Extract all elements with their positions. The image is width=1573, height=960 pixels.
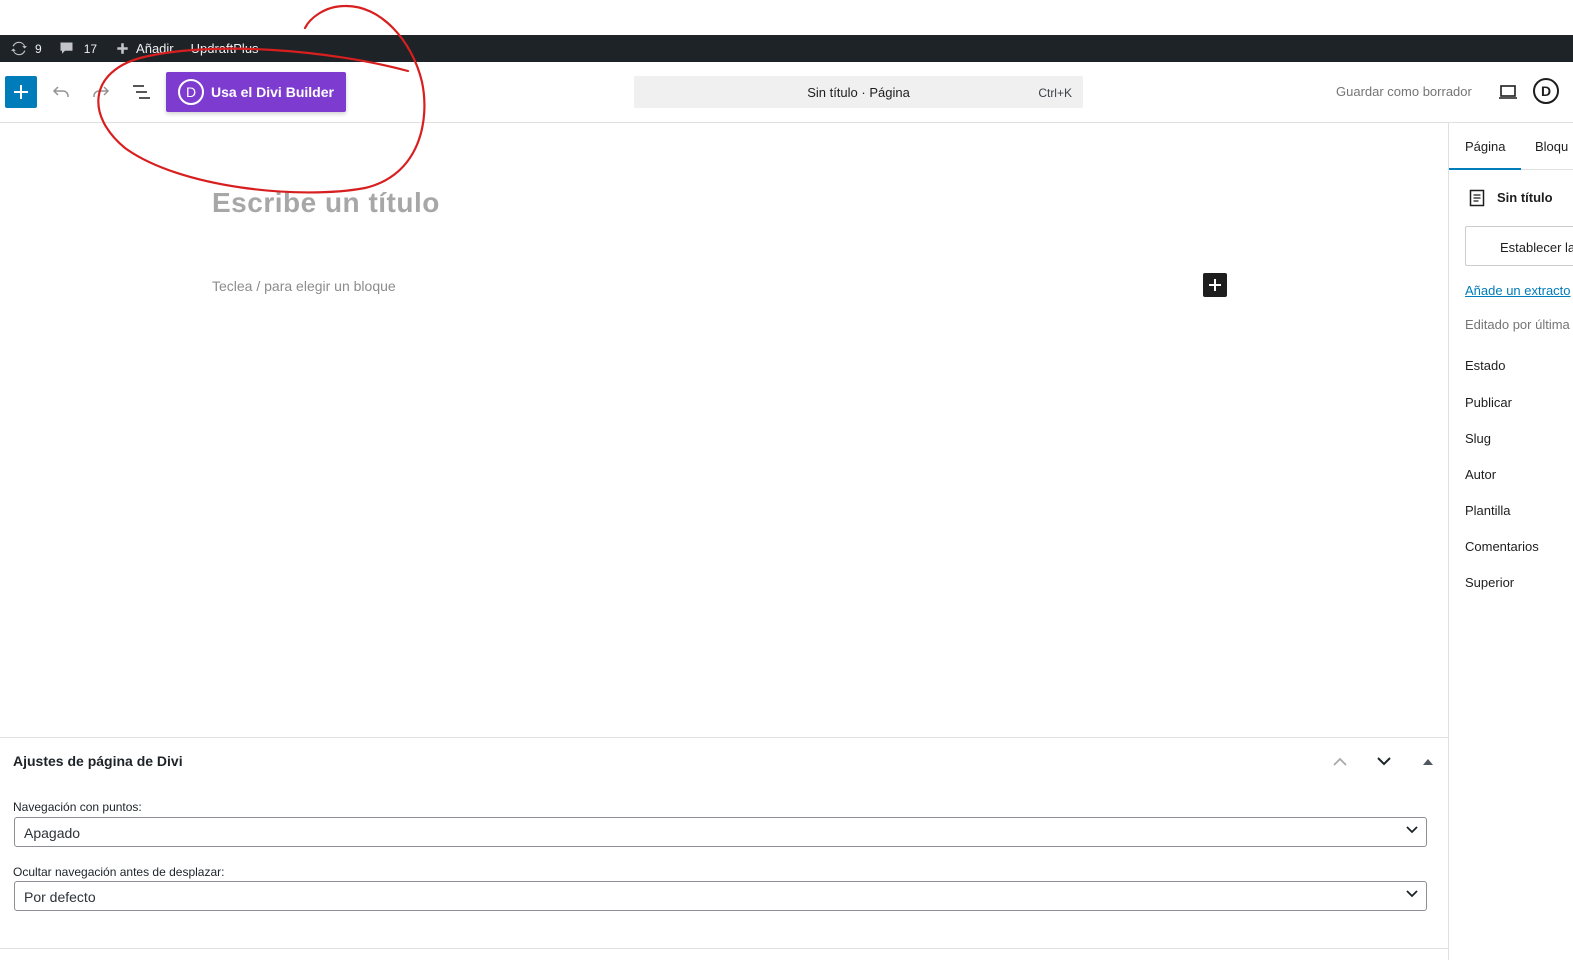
new-content-item[interactable]: Añadir <box>114 35 174 62</box>
redo-button[interactable] <box>88 76 114 108</box>
dot-navigation-select[interactable]: Apagado <box>14 817 1427 847</box>
move-up-button[interactable] <box>1329 750 1351 772</box>
tab-block[interactable]: Bloqu <box>1535 139 1568 154</box>
dot-navigation-label: Navegación con puntos: <box>13 800 142 814</box>
dot-navigation-value: Apagado <box>24 825 81 841</box>
sidebar-row-status[interactable]: Estado <box>1465 358 1505 373</box>
sidebar-row-publish[interactable]: Publicar <box>1465 395 1512 410</box>
tab-page[interactable]: Página <box>1449 139 1523 170</box>
redo-icon <box>93 86 110 97</box>
sidebar-doc-title: Sin título <box>1497 190 1553 205</box>
comments-count: 17 <box>83 41 98 56</box>
sidebar-row-parent[interactable]: Superior <box>1465 575 1514 590</box>
editor-canvas: Escribe un título Teclea / para elegir u… <box>0 123 1448 737</box>
hide-nav-label: Ocultar navegación antes de desplazar: <box>13 865 225 879</box>
updates-count: 9 <box>35 41 42 56</box>
block-inserter-button[interactable] <box>5 76 37 108</box>
desktop-preview-icon <box>1499 85 1517 99</box>
undo-icon <box>52 86 69 97</box>
new-content-label: Añadir <box>136 41 174 56</box>
updraftplus-label: UpdraftPlus <box>190 41 259 56</box>
metabox-title: Ajustes de página de Divi <box>13 753 183 769</box>
chevron-down-icon <box>1406 826 1418 834</box>
title-placeholder[interactable]: Escribe un título <box>212 187 440 219</box>
hide-nav-select[interactable]: Por defecto <box>14 881 1427 911</box>
settings-sidebar: Página Bloqu Sin título Establecer la Añ… <box>1448 123 1573 960</box>
footer-strip <box>0 948 1448 960</box>
block-placeholder[interactable]: Teclea / para elegir un bloque <box>212 278 396 294</box>
triangle-up-icon <box>1423 758 1433 765</box>
divi-logo-icon: D <box>178 79 204 105</box>
command-shortcut: Ctrl+K <box>1038 86 1072 100</box>
divi-button-label: Usa el Divi Builder <box>211 84 334 100</box>
editor-header: D Usa el Divi Builder Sin título · Págin… <box>0 62 1573 123</box>
admin-bar: 9 17 Añadir UpdraftPlus <box>0 35 1573 62</box>
updraftplus-item[interactable]: UpdraftPlus <box>191 35 259 62</box>
plus-icon <box>114 41 130 57</box>
featured-image-button[interactable]: Establecer la <box>1465 226 1573 266</box>
last-edited-text: Editado por última <box>1465 317 1570 332</box>
chevron-down-icon <box>1377 756 1391 765</box>
add-excerpt-link[interactable]: Añade un extracto <box>1465 283 1571 298</box>
comment-icon <box>59 41 75 57</box>
chevron-up-icon <box>1333 757 1347 766</box>
add-block-button[interactable] <box>1203 273 1227 297</box>
sidebar-row-author[interactable]: Autor <box>1465 467 1496 482</box>
page-icon <box>1469 189 1485 212</box>
document-title: Sin título · Página <box>807 85 910 100</box>
save-draft-button[interactable]: Guardar como borrador <box>1336 84 1472 99</box>
sidebar-tabs: Página Bloqu <box>1449 123 1573 170</box>
move-down-button[interactable] <box>1373 750 1395 772</box>
sidebar-row-slug[interactable]: Slug <box>1465 431 1491 446</box>
use-divi-builder-button[interactable]: D Usa el Divi Builder <box>166 72 346 112</box>
updates-item[interactable]: 9 <box>11 35 42 62</box>
comments-item[interactable]: 17 <box>59 35 97 62</box>
sidebar-row-template[interactable]: Plantilla <box>1465 503 1511 518</box>
toggle-panel-button[interactable] <box>1417 750 1439 772</box>
divi-page-settings-metabox: Ajustes de página de Divi Navegación con… <box>0 737 1448 948</box>
document-overview-button[interactable] <box>127 76 155 108</box>
chevron-down-icon <box>1406 890 1418 898</box>
preview-button[interactable] <box>1494 78 1522 106</box>
hide-nav-value: Por defecto <box>24 889 96 905</box>
divi-settings-button[interactable]: D <box>1533 78 1559 104</box>
list-view-icon <box>133 85 150 99</box>
undo-button[interactable] <box>48 76 74 108</box>
refresh-icon <box>11 41 27 57</box>
plus-icon <box>14 85 28 99</box>
command-palette-bar[interactable]: Sin título · Página Ctrl+K <box>634 76 1083 108</box>
plus-icon <box>1209 279 1221 291</box>
top-blank-strip <box>0 0 1573 35</box>
sidebar-row-comments[interactable]: Comentarios <box>1465 539 1539 554</box>
